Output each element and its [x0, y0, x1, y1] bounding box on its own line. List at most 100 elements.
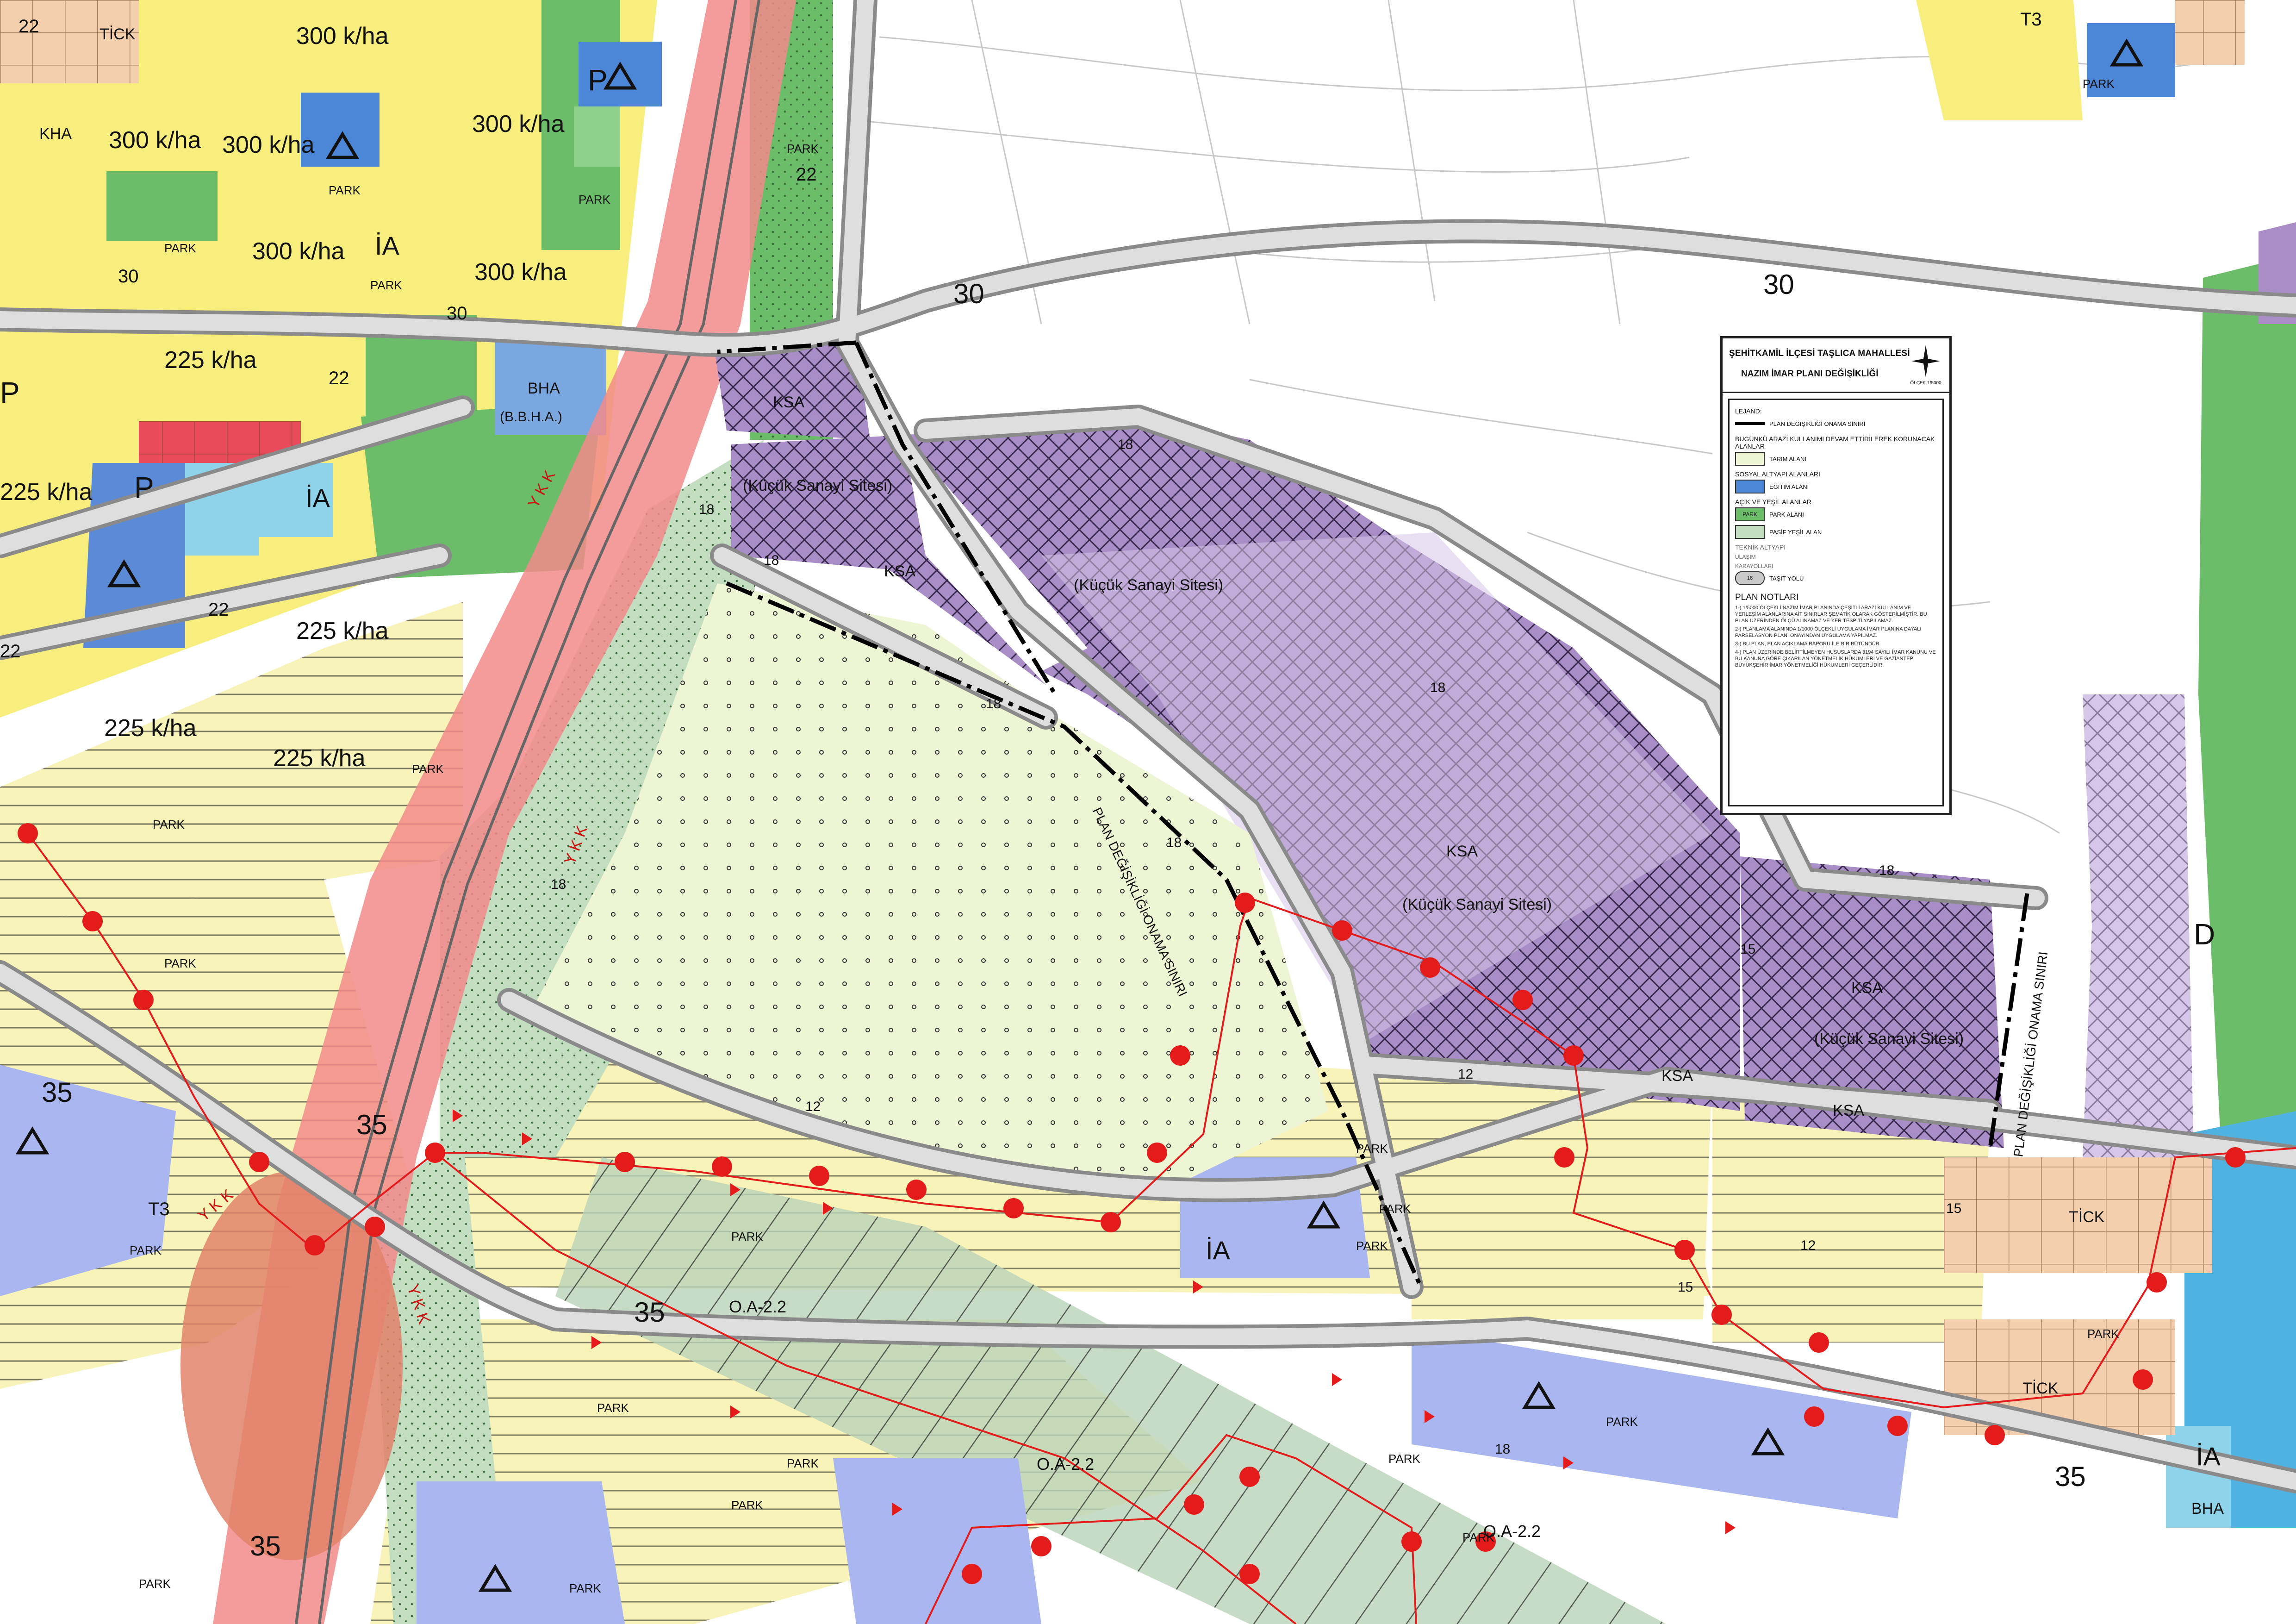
- svg-text:300 k/ha: 300 k/ha: [109, 127, 201, 154]
- svg-text:225 k/ha: 225 k/ha: [0, 479, 93, 506]
- svg-text:225 k/ha: 225 k/ha: [164, 347, 257, 374]
- svg-text:18: 18: [1879, 863, 1894, 878]
- svg-text:PARK: PARK: [579, 193, 611, 206]
- svg-text:O.A-2.2: O.A-2.2: [1037, 1455, 1094, 1474]
- svg-text:PARK: PARK: [329, 183, 361, 197]
- svg-text:PARK: PARK: [787, 1456, 819, 1470]
- svg-text:300 k/ha: 300 k/ha: [472, 111, 565, 137]
- svg-text:PARK: PARK: [1379, 1202, 1412, 1216]
- svg-text:12: 12: [1800, 1238, 1816, 1253]
- svg-text:PARK: PARK: [731, 1230, 764, 1243]
- legend-panel: ŞEHİTKAMİL İLÇESİ TAŞLICA MAHALLESİ NAZI…: [1720, 336, 1952, 815]
- svg-text:PARK: PARK: [1388, 1452, 1421, 1466]
- svg-text:30: 30: [1763, 269, 1794, 300]
- legend-title: ŞEHİTKAMİL İLÇESİ TAŞLICA MAHALLESİ: [1729, 349, 1910, 358]
- svg-text:35: 35: [250, 1530, 281, 1562]
- svg-text:PARK: PARK: [1462, 1530, 1495, 1544]
- svg-text:İA: İA: [375, 231, 400, 260]
- svg-text:35: 35: [42, 1077, 73, 1108]
- svg-text:22: 22: [19, 16, 39, 37]
- svg-text:PARK: PARK: [164, 241, 197, 255]
- svg-text:(B.B.H.A.): (B.B.H.A.): [500, 409, 562, 425]
- svg-text:22: 22: [796, 164, 817, 185]
- svg-text:P: P: [588, 63, 608, 97]
- svg-text:İA: İA: [2196, 1442, 2221, 1471]
- svg-text:PARK: PARK: [1606, 1415, 1638, 1429]
- lejand-heading: LEJAND:: [1735, 407, 1762, 415]
- svg-text:12: 12: [1458, 1067, 1473, 1082]
- svg-text:KSA: KSA: [1446, 843, 1478, 860]
- svg-text:30: 30: [447, 303, 467, 324]
- svg-text:PARK: PARK: [164, 956, 197, 970]
- svg-text:KSA: KSA: [1851, 979, 1883, 997]
- svg-text:15: 15: [1740, 942, 1755, 957]
- park-area: [106, 171, 218, 241]
- svg-text:TİCK: TİCK: [2069, 1208, 2105, 1226]
- svg-text:KSA: KSA: [1833, 1102, 1864, 1119]
- svg-text:22: 22: [0, 641, 21, 662]
- svg-text:PARK: PARK: [370, 278, 403, 292]
- svg-text:18: 18: [1430, 680, 1445, 695]
- legend-subtitle: NAZIM İMAR PLANI DEĞİŞİKLİĞİ: [1741, 369, 1879, 379]
- svg-text:PARK: PARK: [412, 762, 444, 776]
- svg-text:PARK: PARK: [2083, 77, 2115, 91]
- plan-note: 2-) PLANLAMA ALANINDA 1/1000 ÖLÇEKLİ UYG…: [1735, 626, 1922, 638]
- svg-text:T3: T3: [2020, 9, 2042, 30]
- svg-text:35: 35: [2055, 1461, 2086, 1492]
- svg-text:KSA: KSA: [884, 562, 915, 580]
- svg-text:35: 35: [356, 1109, 387, 1140]
- svg-text:PARK: PARK: [731, 1498, 764, 1512]
- svg-text:PARK: PARK: [787, 142, 819, 156]
- legend-row-boundary: PLAN DEĞİŞİKLİĞİ ONAMA SINIRI: [1735, 415, 1937, 432]
- svg-text:22: 22: [208, 600, 229, 620]
- svg-text:300 k/ha: 300 k/ha: [474, 259, 567, 286]
- legend-row-park: PARK PARK ALANI: [1735, 506, 1937, 523]
- legend-row-passive: PASİF YEŞİL ALAN: [1735, 523, 1937, 541]
- plan-note: 4-) PLAN ÜZERİNDE BELİRTİLMEYEN HUSUSLAR…: [1735, 650, 1936, 668]
- svg-text:(Küçük Sanayi Sitesi): (Küçük Sanayi Sitesi): [1402, 896, 1552, 913]
- svg-text:18: 18: [1118, 437, 1133, 452]
- svg-text:PARK: PARK: [153, 818, 185, 831]
- svg-text:22: 22: [329, 368, 349, 388]
- svg-text:300 k/ha: 300 k/ha: [252, 238, 345, 265]
- plan-notes-heading: PLAN NOTLARI: [1735, 593, 1799, 602]
- svg-text:35: 35: [634, 1297, 665, 1328]
- svg-text:PARK: PARK: [2087, 1327, 2120, 1341]
- svg-text:18: 18: [986, 696, 1001, 712]
- svg-text:KHA: KHA: [39, 125, 72, 143]
- svg-text:KSA: KSA: [1661, 1067, 1693, 1085]
- svg-text:P: P: [0, 376, 20, 409]
- svg-text:D: D: [2194, 918, 2215, 951]
- north-arrow-icon: ÖLÇEK 1/5000: [1910, 343, 1942, 386]
- svg-text:İA: İA: [305, 483, 330, 512]
- svg-text:300 k/ha: 300 k/ha: [222, 131, 315, 158]
- svg-text:İA: İA: [1206, 1236, 1231, 1265]
- plan-note: 1-) 1/5000 ÖLÇEKLİ NAZIM İMAR PLANINDA Ç…: [1735, 605, 1927, 624]
- svg-text:(Küçük Sanayi Sitesi): (Küçük Sanayi Sitesi): [1074, 576, 1223, 594]
- svg-text:BHA: BHA: [2191, 1500, 2224, 1518]
- scale-label: ÖLÇEK 1/5000: [1910, 381, 1941, 386]
- svg-text:18: 18: [699, 502, 714, 517]
- svg-text:30: 30: [953, 278, 984, 309]
- legend-body: LEJAND: PLAN DEĞİŞİKLİĞİ ONAMA SINIRI BU…: [1728, 399, 1944, 806]
- svg-text:18: 18: [764, 553, 779, 568]
- svg-text:TİCK: TİCK: [100, 25, 136, 43]
- plan-note: 3-) BU PLAN, PLAN AÇIKLAMA RAPORU İLE Bİ…: [1735, 641, 1881, 647]
- svg-text:O.A-2.2: O.A-2.2: [729, 1297, 786, 1316]
- svg-text:PARK: PARK: [597, 1401, 629, 1415]
- svg-text:PARK: PARK: [130, 1243, 162, 1257]
- svg-text:(Küçük Sanayi Sitesi): (Küçük Sanayi Sitesi): [743, 477, 892, 494]
- svg-text:PARK: PARK: [1356, 1142, 1388, 1156]
- svg-text:15: 15: [1678, 1280, 1693, 1295]
- svg-text:225 k/ha: 225 k/ha: [104, 715, 197, 742]
- legend-row-agri: TARIM ALANI: [1735, 450, 1937, 468]
- svg-text:15: 15: [1946, 1201, 1961, 1216]
- svg-text:225 k/ha: 225 k/ha: [273, 745, 366, 772]
- ksa-label: KSA: [773, 394, 804, 411]
- legend-row-edu: EĞİTİM ALANI: [1735, 478, 1937, 495]
- svg-text:30: 30: [118, 266, 139, 287]
- svg-text:PARK: PARK: [139, 1577, 171, 1591]
- svg-text:18: 18: [1495, 1442, 1510, 1457]
- svg-text:18: 18: [1166, 835, 1182, 850]
- density-label: 300 k/ha: [296, 23, 389, 50]
